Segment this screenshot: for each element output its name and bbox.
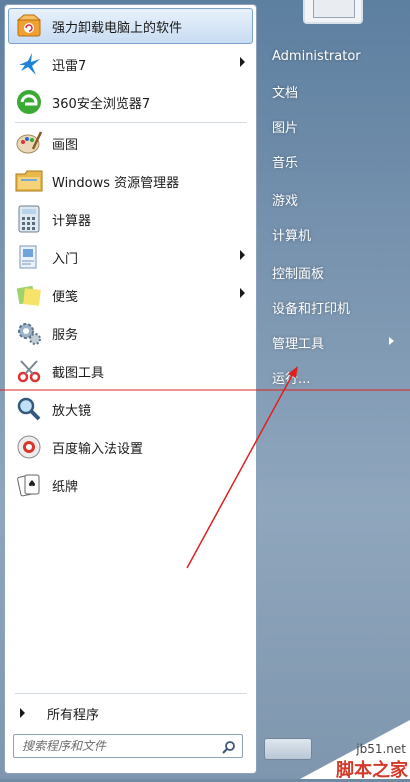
annotation-arrow-line [186,369,296,569]
annotation-arrowhead-icon [288,366,298,378]
annotation-overlay [0,366,410,569]
watermark-text: 脚本之家 [336,760,408,781]
watermark: jb51.net 脚本之家 [300,720,410,781]
watermark-url: jb51.net [356,742,406,756]
